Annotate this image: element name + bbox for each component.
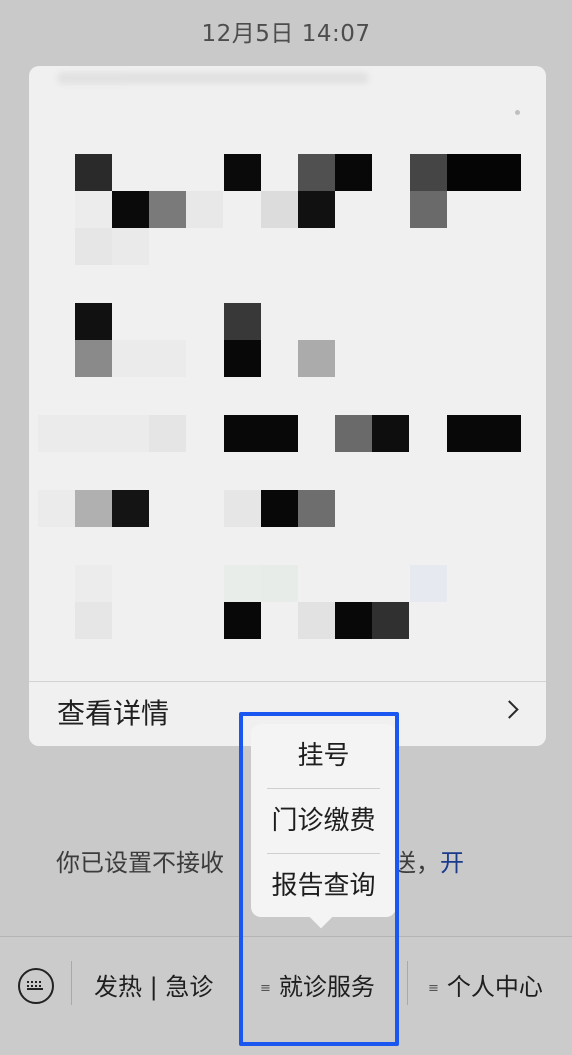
service-submenu: 挂号 门诊缴费 报告查询 <box>251 724 396 917</box>
menu-divider <box>71 961 72 1005</box>
menu-item-personal-center[interactable]: ≡ 个人中心 <box>428 967 543 1002</box>
message-timestamp: 12月5日 14:07 <box>201 21 371 47</box>
submenu-item-outpatient-payment[interactable]: 门诊缴费 <box>251 789 396 853</box>
menu-divider <box>407 961 408 1005</box>
notice-text: 你已设置不接收 <box>56 849 224 877</box>
submenu-item-registration[interactable]: 挂号 <box>251 724 396 788</box>
menu-item-fever-emergency[interactable]: 发热 | 急诊 <box>94 967 213 1002</box>
submenu-list-icon: ≡ <box>428 980 439 996</box>
message-card[interactable]: 查看详情 <box>29 66 546 746</box>
keyboard-icon[interactable] <box>18 968 54 1004</box>
menu-item-personal-center-label: 个人中心 <box>446 973 543 1001</box>
enable-link[interactable]: 开 <box>440 849 464 877</box>
card-dot <box>515 110 520 115</box>
submenu-item-report-query[interactable]: 报告查询 <box>251 854 396 918</box>
blurred-card-header <box>57 72 369 84</box>
view-details-label: 查看详情 <box>57 697 170 730</box>
chevron-right-icon <box>500 700 519 719</box>
